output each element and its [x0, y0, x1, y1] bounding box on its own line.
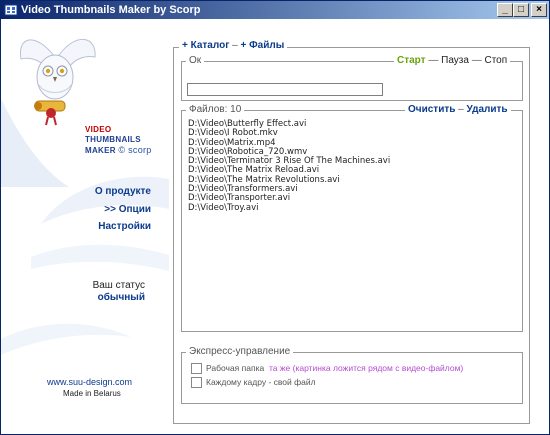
progress-status-text: Ок [189, 55, 202, 66]
owl-logo-icon [19, 38, 96, 126]
nav-settings[interactable]: Настройки [98, 221, 151, 232]
progress-controls: Старт — Пауза — Стоп [394, 55, 511, 67]
close-button[interactable]: × [531, 3, 547, 17]
status-value[interactable]: обычный [98, 292, 145, 303]
stop-button[interactable]: Стоп [484, 55, 507, 66]
status-label: Ваш статус [92, 280, 145, 291]
sidebar: VIDEO THUMBNAILS MAKER © scorp О продукт… [1, 19, 169, 434]
work-folder-label: Рабочая папка [206, 363, 265, 373]
files-actions: Очистить – Удалить [405, 104, 511, 116]
logo-line-3-text: MAKER [85, 146, 116, 155]
files-link[interactable]: + Файлы [240, 40, 284, 51]
file-list[interactable]: D:\Video\Butterfly Effect.avi D:\Video\I … [188, 119, 513, 213]
delete-button[interactable]: Удалить [467, 104, 508, 115]
work-folder-checkbox[interactable] [191, 363, 202, 374]
file-list-item[interactable]: D:\Video\Troy.avi [188, 203, 513, 213]
top-links-separator: – [232, 40, 238, 51]
nav-about[interactable]: О продукте [95, 186, 151, 197]
made-in-label: Made in Belarus [63, 389, 121, 398]
work-folder-hint: та же (картинка ложится рядом с видео-фа… [268, 363, 464, 373]
close-icon: × [536, 4, 542, 15]
top-links: + Каталог – + Файлы [179, 40, 288, 52]
progress-bar [187, 83, 383, 96]
catalog-link[interactable]: + Каталог [182, 40, 229, 51]
controls-sep-2: — [471, 55, 482, 66]
logo-line-1: VIDEO [85, 125, 112, 134]
start-button[interactable]: Старт [397, 55, 426, 66]
progress-status: Ок [186, 55, 205, 67]
per-frame-file-label[interactable]: Каждому кадру - свой файл [206, 377, 316, 387]
minimize-button[interactable]: _ [497, 3, 513, 17]
express-title: Экспресс-управление [186, 346, 294, 358]
files-count: Файлов: 10 [186, 104, 245, 116]
logo-line-2: THUMBNAILS [85, 135, 141, 144]
nav-options[interactable]: >> Опции [104, 204, 151, 215]
work-folder-option[interactable]: Рабочая папка та же (картинка ложится ря… [206, 363, 463, 373]
clear-button[interactable]: Очистить [408, 104, 455, 115]
website-link[interactable]: www.suu-design.com [47, 377, 132, 387]
logo-text: VIDEO THUMBNAILS MAKER © scorp [85, 125, 152, 156]
app-icon [4, 4, 18, 16]
app-window: Video Thumbnails Maker by Scorp _ □ × VI… [0, 0, 550, 435]
files-count-label: Файлов: 10 [189, 104, 242, 115]
minimize-icon: _ [502, 4, 508, 15]
express-title-text: Экспресс-управление [189, 346, 291, 357]
window-title: Video Thumbnails Maker by Scorp [21, 4, 201, 16]
files-actions-sep: – [458, 104, 464, 115]
logo-line-3: MAKER © scorp [85, 145, 152, 156]
per-frame-file-checkbox[interactable] [191, 377, 202, 388]
pause-button[interactable]: Пауза [441, 55, 469, 66]
maximize-icon: □ [517, 4, 525, 15]
logo-credit: © scorp [118, 145, 152, 155]
controls-sep-1: — [428, 55, 439, 66]
maximize-button[interactable]: □ [513, 3, 529, 17]
title-bar[interactable]: Video Thumbnails Maker by Scorp _ □ × [1, 1, 549, 19]
